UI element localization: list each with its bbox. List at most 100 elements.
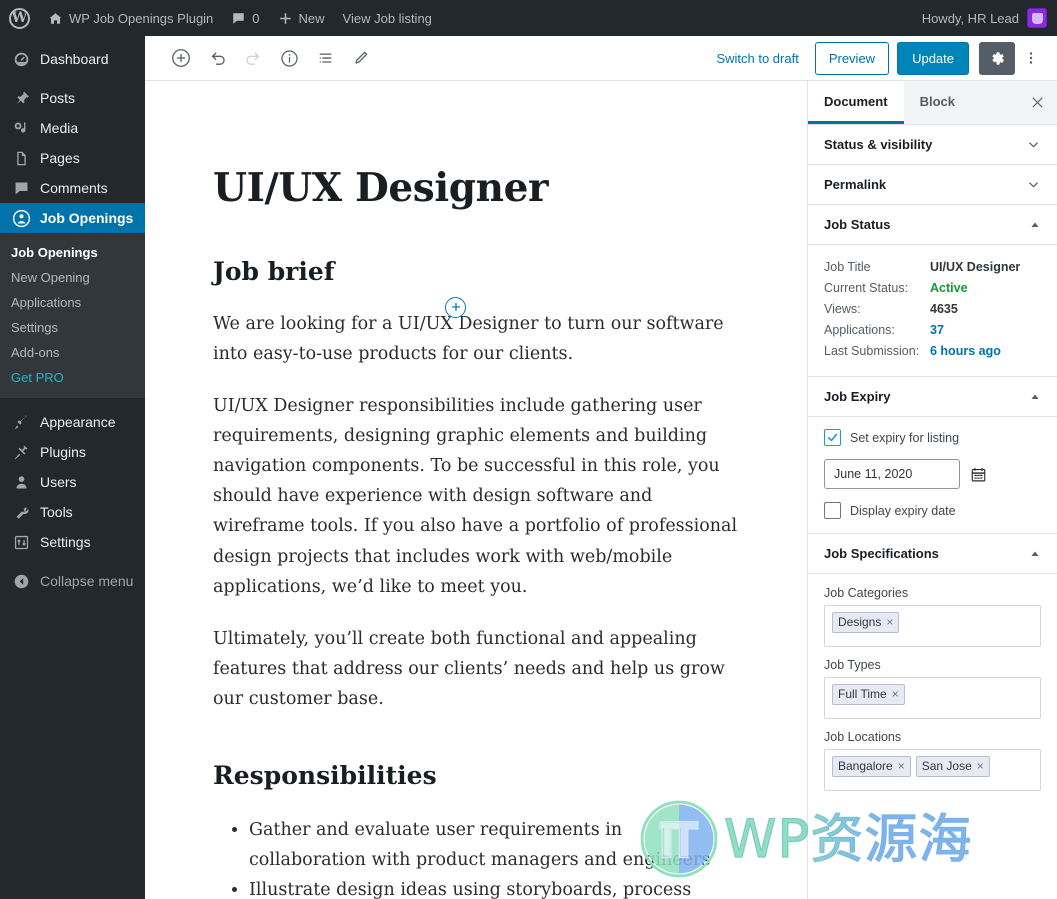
- paragraph-ultimately[interactable]: Ultimately, you’ll create both functiona…: [213, 624, 739, 714]
- chevron-down-icon: [1026, 177, 1041, 192]
- avatar: [1027, 8, 1047, 28]
- job-expiry-body: Set expiry for listing Display expiry da…: [808, 417, 1057, 534]
- job-types-input[interactable]: Full Time ×: [824, 677, 1041, 719]
- calendar-icon[interactable]: [970, 466, 987, 483]
- token-remove-icon[interactable]: ×: [892, 686, 899, 703]
- token[interactable]: Bangalore ×: [832, 756, 911, 777]
- token[interactable]: Designs ×: [832, 612, 900, 633]
- account-menu[interactable]: Howdy, HR Lead: [922, 8, 1057, 28]
- token-remove-icon[interactable]: ×: [977, 758, 984, 775]
- heading-responsibilities[interactable]: Responsibilities: [213, 761, 739, 791]
- more-options-icon[interactable]: [1017, 42, 1045, 75]
- admin-bar: W WP Job Openings Plugin 0 New View Job …: [0, 0, 1057, 36]
- sidebar-item-pages[interactable]: Pages: [0, 143, 145, 173]
- sidebar-item-dashboard[interactable]: Dashboard: [0, 44, 145, 74]
- job-categories-input[interactable]: Designs ×: [824, 605, 1041, 647]
- applications-link[interactable]: 37: [930, 320, 944, 341]
- job-status-row: Last Submission: 6 hours ago: [824, 341, 1041, 362]
- gear-icon[interactable]: [979, 41, 1015, 75]
- panel-title: Job Expiry: [824, 389, 891, 404]
- sidebar-item-plugins[interactable]: Plugins: [0, 437, 145, 467]
- row-value: 4635: [930, 302, 958, 316]
- submenu-item-get-pro[interactable]: Get PRO: [0, 365, 145, 390]
- tab-document[interactable]: Document: [808, 81, 904, 124]
- view-job-listing-link[interactable]: View Job listing: [334, 0, 441, 36]
- display-expiry-checkbox[interactable]: [824, 502, 841, 519]
- plugins-icon: [11, 442, 31, 462]
- submenu-item-new-opening[interactable]: New Opening: [0, 265, 145, 290]
- paragraph-responsibilities-overview[interactable]: UI/UX Designer responsibilities include …: [213, 391, 739, 602]
- comments-bubble[interactable]: 0: [222, 0, 268, 36]
- token-remove-icon[interactable]: ×: [886, 614, 893, 631]
- site-name-label: WP Job Openings Plugin: [69, 10, 214, 26]
- sidebar-item-appearance[interactable]: Appearance: [0, 407, 145, 437]
- sidebar-item-posts[interactable]: Posts: [0, 83, 145, 113]
- add-block-icon[interactable]: [163, 40, 199, 76]
- switch-to-draft-button[interactable]: Switch to draft: [704, 42, 810, 75]
- plus-icon: [278, 11, 293, 26]
- page-title[interactable]: UI/UX Designer: [213, 167, 739, 210]
- tab-block[interactable]: Block: [904, 81, 971, 124]
- new-content-menu[interactable]: New: [269, 0, 334, 36]
- sidebar-item-users[interactable]: Users: [0, 467, 145, 497]
- sidebar-item-job-openings[interactable]: Job Openings: [0, 203, 145, 233]
- collapse-menu-button[interactable]: Collapse menu: [0, 566, 145, 596]
- job-locations-input[interactable]: Bangalore × San Jose ×: [824, 749, 1041, 791]
- row-value: UI/UX Designer: [930, 260, 1021, 274]
- info-icon[interactable]: [271, 40, 307, 76]
- sidebar-label: Dashboard: [40, 51, 109, 67]
- token[interactable]: San Jose ×: [915, 756, 990, 777]
- set-expiry-label: Set expiry for listing: [850, 430, 960, 445]
- submenu-item-applications[interactable]: Applications: [0, 290, 145, 315]
- list-item[interactable]: Illustrate design ideas using storyboard…: [249, 875, 739, 899]
- edit-pencil-icon[interactable]: [343, 40, 379, 76]
- sidebar-item-settings[interactable]: Settings: [0, 527, 145, 557]
- sidebar-item-comments[interactable]: Comments: [0, 173, 145, 203]
- sidebar-label: Appearance: [40, 414, 116, 430]
- row-key: Views:: [824, 302, 861, 316]
- comments-count: 0: [252, 10, 260, 26]
- wp-logo-menu[interactable]: W: [0, 0, 39, 36]
- panel-status-visibility[interactable]: Status & visibility: [808, 125, 1057, 165]
- update-button[interactable]: Update: [897, 41, 969, 75]
- panel-job-expiry[interactable]: Job Expiry: [808, 377, 1057, 417]
- list-view-icon[interactable]: [307, 40, 343, 76]
- post-content-canvas[interactable]: UI/UX Designer Job brief We are looking …: [145, 81, 807, 899]
- paragraph-intro[interactable]: We are looking for a UI/UX Designer to t…: [213, 309, 739, 369]
- responsibilities-list[interactable]: Gather and evaluate user requirements in…: [213, 815, 739, 899]
- home-icon: [48, 11, 63, 26]
- display-expiry-row: Display expiry date: [824, 502, 1041, 519]
- undo-icon[interactable]: [199, 40, 235, 76]
- sidebar-label: Settings: [40, 534, 91, 550]
- settings-icon: [11, 532, 31, 552]
- list-item[interactable]: Gather and evaluate user requirements in…: [249, 815, 739, 875]
- submenu-item-settings[interactable]: Settings: [0, 315, 145, 340]
- sidebar-label: Users: [40, 474, 77, 490]
- expiry-date-input[interactable]: [824, 459, 960, 489]
- preview-button[interactable]: Preview: [814, 41, 890, 75]
- submenu-item-job-openings[interactable]: Job Openings: [0, 240, 145, 265]
- site-name-menu[interactable]: WP Job Openings Plugin: [39, 0, 222, 36]
- redo-icon[interactable]: [235, 40, 271, 76]
- set-expiry-checkbox[interactable]: [824, 429, 841, 446]
- panel-permalink[interactable]: Permalink: [808, 165, 1057, 205]
- token[interactable]: Full Time ×: [832, 684, 905, 705]
- greeting-label: Howdy, HR Lead: [921, 10, 1019, 26]
- panel-job-status[interactable]: Job Status: [808, 205, 1057, 245]
- submenu-item-add-ons[interactable]: Add-ons: [0, 340, 145, 365]
- settings-tabs: Document Block: [808, 81, 1057, 125]
- sidebar-item-tools[interactable]: Tools: [0, 497, 145, 527]
- sidebar-separator: [0, 398, 145, 407]
- token-remove-icon[interactable]: ×: [898, 758, 905, 775]
- sidebar-item-media[interactable]: Media: [0, 113, 145, 143]
- sidebar-label: Media: [40, 120, 79, 136]
- heading-job-brief[interactable]: Job brief: [213, 257, 739, 287]
- sidebar-label: Plugins: [40, 444, 86, 460]
- add-block-inline-icon[interactable]: [445, 296, 466, 318]
- panel-job-specifications[interactable]: Job Specifications: [808, 534, 1057, 574]
- job-status-row: Applications: 37: [824, 320, 1041, 341]
- row-key: Current Status:: [824, 281, 909, 295]
- last-submission-link[interactable]: 6 hours ago: [930, 341, 1001, 362]
- collapse-menu-label: Collapse menu: [40, 573, 134, 589]
- close-icon[interactable]: [1017, 81, 1057, 124]
